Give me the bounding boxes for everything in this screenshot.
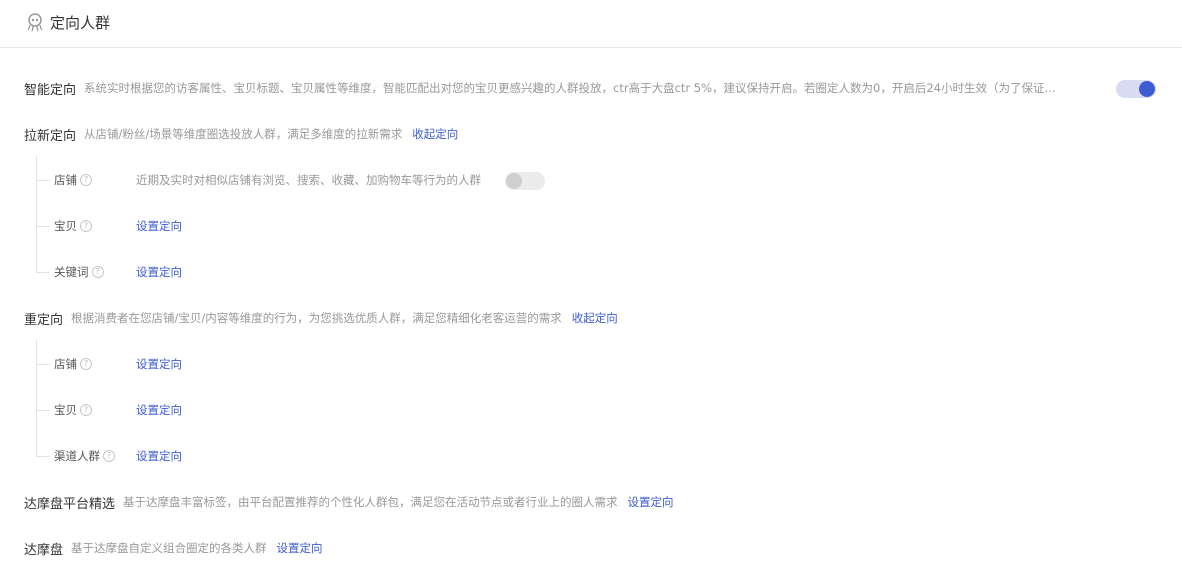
retargeting-desc: 根据消费者在您店铺/宝贝/内容等维度的行为，为您挑选优质人群，满足您精细化老客运… bbox=[71, 311, 562, 325]
dmp-platform-select-row: 达摩盘平台精选 基于达摩盘丰富标签，由平台配置推荐的个性化人群包，满足您在活动节… bbox=[24, 492, 674, 512]
toggle-knob bbox=[506, 173, 522, 189]
new-customer-targeting-row: 拉新定向 从店铺/粉丝/场景等维度圈选投放人群，满足多维度的拉新需求 收起定向 bbox=[24, 124, 458, 144]
octopus-icon bbox=[27, 13, 43, 32]
tree-branch bbox=[36, 271, 50, 273]
panel-header: 定向人群 bbox=[0, 0, 1182, 48]
tree-branch bbox=[36, 363, 50, 365]
set-targeting-link[interactable]: 设置定向 bbox=[136, 218, 182, 234]
dmp-platform-select-desc: 基于达摩盘丰富标签，由平台配置推荐的个性化人群包，满足您在活动节点或者行业上的圈… bbox=[123, 495, 618, 509]
help-icon[interactable]: ? bbox=[80, 174, 92, 186]
smart-targeting-label: 智能定向 bbox=[24, 82, 77, 98]
help-icon[interactable]: ? bbox=[80, 220, 92, 232]
dmp-platform-select-label: 达摩盘平台精选 bbox=[24, 496, 116, 512]
sub-item-label: 店铺? bbox=[54, 356, 136, 372]
collapse-retargeting-link[interactable]: 收起定向 bbox=[572, 310, 618, 326]
smart-targeting-toggle[interactable] bbox=[1116, 80, 1156, 98]
new-customer-targeting-desc: 从店铺/粉丝/场景等维度圈选投放人群，满足多维度的拉新需求 bbox=[84, 127, 403, 141]
smart-targeting-desc: 系统实时根据您的访客属性、宝贝标题、宝贝属性等维度，智能匹配出对您的宝贝更感兴趣… bbox=[84, 81, 1056, 95]
sub-item-label-text: 店铺 bbox=[54, 357, 77, 371]
set-targeting-link[interactable]: 设置定向 bbox=[136, 402, 182, 418]
similar-store-toggle[interactable] bbox=[505, 172, 545, 190]
help-icon[interactable]: ? bbox=[80, 404, 92, 416]
new-customer-targeting-label: 拉新定向 bbox=[24, 128, 77, 144]
help-icon[interactable]: ? bbox=[103, 450, 115, 462]
set-targeting-link[interactable]: 设置定向 bbox=[277, 540, 323, 556]
tree-branch bbox=[36, 455, 50, 457]
sub-item-label: 宝贝? bbox=[54, 218, 136, 234]
tree-branch bbox=[36, 409, 50, 411]
collapse-new-customer-link[interactable]: 收起定向 bbox=[412, 126, 458, 142]
sub-item-store: 店铺? 设置定向 bbox=[36, 354, 182, 374]
set-targeting-link[interactable]: 设置定向 bbox=[136, 356, 182, 372]
tree-branch bbox=[36, 179, 50, 181]
retargeting-label: 重定向 bbox=[24, 312, 64, 328]
store-similar-desc: 近期及实时对相似店铺有浏览、搜索、收藏、加购物车等行为的人群 bbox=[136, 173, 481, 187]
set-targeting-link[interactable]: 设置定向 bbox=[628, 494, 674, 510]
sub-item-label-text: 渠道人群 bbox=[54, 449, 100, 463]
sub-item-store: 店铺? 近期及实时对相似店铺有浏览、搜索、收藏、加购物车等行为的人群 bbox=[36, 170, 481, 190]
help-icon[interactable]: ? bbox=[80, 358, 92, 370]
sub-item-label: 关键词? bbox=[54, 264, 136, 280]
sub-item-channel: 渠道人群? 设置定向 bbox=[36, 446, 182, 466]
dmp-label: 达摩盘 bbox=[24, 542, 64, 558]
set-targeting-link[interactable]: 设置定向 bbox=[136, 264, 182, 280]
sub-item-product: 宝贝? 设置定向 bbox=[36, 216, 182, 236]
toggle-knob bbox=[1139, 81, 1155, 97]
sub-item-label: 宝贝? bbox=[54, 402, 136, 418]
dmp-row: 达摩盘 基于达摩盘自定义组合圈定的各类人群 设置定向 bbox=[24, 538, 323, 558]
help-icon[interactable]: ? bbox=[91, 266, 104, 278]
tree-branch bbox=[36, 225, 50, 227]
sub-item-label: 渠道人群? bbox=[54, 448, 136, 464]
sub-item-label-text: 宝贝 bbox=[54, 403, 77, 417]
sub-item-label-text: 关键词 bbox=[54, 265, 89, 279]
page-title: 定向人群 bbox=[50, 14, 111, 32]
sub-item-label: 店铺? bbox=[54, 172, 136, 188]
sub-item-label-text: 宝贝 bbox=[54, 219, 77, 233]
smart-targeting-row: 智能定向 系统实时根据您的访客属性、宝贝标题、宝贝属性等维度，智能匹配出对您的宝… bbox=[24, 78, 1055, 98]
retargeting-row: 重定向 根据消费者在您店铺/宝贝/内容等维度的行为，为您挑选优质人群，满足您精细… bbox=[24, 308, 618, 328]
sub-item-keyword: 关键词? 设置定向 bbox=[36, 262, 182, 282]
sub-item-label-text: 店铺 bbox=[54, 173, 77, 187]
dmp-desc: 基于达摩盘自定义组合圈定的各类人群 bbox=[71, 541, 267, 555]
set-targeting-link[interactable]: 设置定向 bbox=[136, 448, 182, 464]
sub-item-product: 宝贝? 设置定向 bbox=[36, 400, 182, 420]
